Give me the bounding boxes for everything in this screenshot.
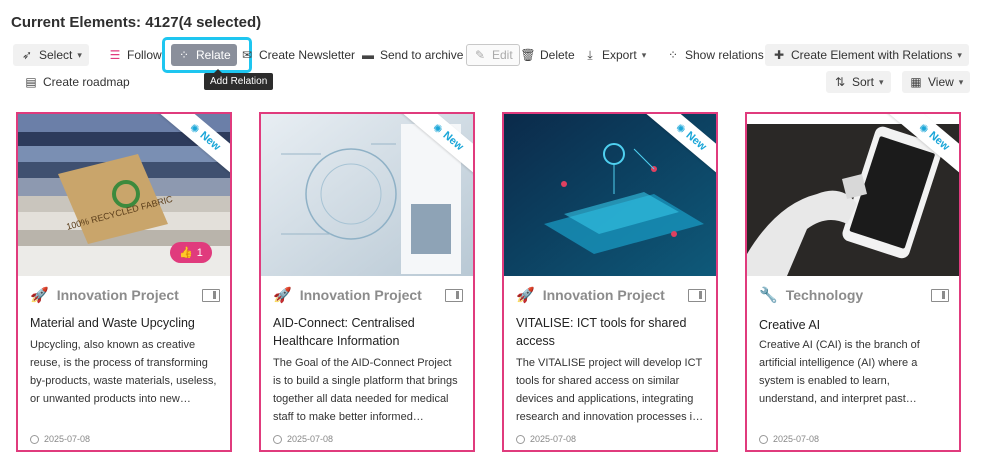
card-image-textiles: 100% RECYCLED FABRIC ✺ New 👍 1 (18, 114, 230, 276)
card-date: 2025-07-08 (759, 434, 819, 444)
roadmap-icon: ▤ (25, 75, 37, 89)
relate-tooltip: Add Relation (204, 69, 274, 90)
chevron-down-icon: ▾ (958, 76, 964, 87)
edit-button[interactable]: ✎ Edit (466, 44, 520, 66)
like-button[interactable]: 👍 1 (170, 242, 212, 263)
thumbs-up-icon: 👍 (179, 247, 193, 259)
export-label: Export (602, 48, 637, 62)
card-image-healthcare: ✺ New (261, 114, 473, 276)
like-count: 1 (196, 246, 203, 259)
relation-icon: ⁘ (178, 48, 190, 62)
monitor-icon[interactable] (688, 288, 706, 302)
card-category: 🔧 Technology (759, 286, 949, 304)
card-title[interactable]: VITALISE: ICT tools for shared access (516, 314, 704, 350)
page-title: Current Elements: 4127(4 selected) (11, 14, 262, 31)
view-label: View (928, 75, 954, 89)
date-label: 2025-07-08 (530, 434, 577, 444)
export-button[interactable]: ⤓ Export ▾ (583, 44, 646, 66)
card-date: 2025-07-08 (516, 434, 576, 444)
card-title[interactable]: Creative AI (759, 316, 947, 334)
card-description: The VITALISE project will develop ICT to… (516, 357, 704, 423)
category-label: Innovation Project (56, 287, 179, 303)
date-label: 2025-07-08 (44, 434, 91, 444)
relate-label: Relate (196, 48, 231, 62)
card-category: 🚀 Innovation Project (273, 286, 463, 304)
card-date: 2025-07-08 (30, 434, 90, 444)
edit-label: Edit (492, 48, 513, 62)
category-label: Innovation Project (542, 287, 665, 303)
download-icon: ⤓ (587, 47, 593, 62)
delete-button[interactable]: 🗑 Delete (520, 44, 575, 66)
date-label: 2025-07-08 (287, 434, 334, 444)
card-category: 🚀 Innovation Project (30, 286, 220, 304)
create-roadmap-button[interactable]: ▤ Create roadmap (24, 71, 130, 93)
card-title[interactable]: AID-Connect: Centralised Healthcare Info… (273, 314, 461, 350)
show-relations-label: Show relations (685, 48, 764, 62)
monitor-icon[interactable] (931, 288, 949, 302)
card-description: Creative AI (CAI) is the branch of artif… (759, 339, 920, 405)
card-title[interactable]: Material and Waste Upcycling (30, 314, 218, 332)
card-image-ict: ✺ New (504, 114, 716, 276)
category-label: Technology (785, 287, 864, 303)
sort-icon: ⇅ (834, 75, 846, 89)
relations-icon: ⁘ (667, 48, 679, 62)
chevron-down-icon: ▾ (641, 49, 647, 60)
monitor-icon[interactable] (202, 288, 220, 302)
card-description: The Goal of the AID-Connect Project is t… (273, 357, 458, 423)
card-image-creative-ai: ✺ New (747, 114, 959, 276)
view-button[interactable]: ▦ View ▾ (902, 71, 971, 93)
rocket-icon: 🚀 (516, 287, 535, 304)
chevron-down-icon: ▾ (77, 49, 82, 60)
create-newsletter-button[interactable]: ✉ Create Newsletter (240, 44, 355, 66)
follow-icon: ☰ (109, 48, 121, 62)
roadmap-label: Create roadmap (43, 75, 130, 89)
follow-label: Follow (127, 48, 162, 62)
clock-icon (759, 434, 768, 444)
card-description: Upcycling, also known as creative reuse,… (30, 339, 217, 405)
delete-label: Delete (540, 48, 575, 62)
element-card[interactable]: ✺ New 🔧 Technology Creative AI Creative A… (745, 112, 961, 452)
clock-icon (273, 434, 282, 444)
archive-label: Send to archive (380, 48, 464, 62)
rocket-icon: 🚀 (273, 287, 292, 304)
create-element-with-relations-button[interactable]: ✚ Create Element with Relations ▾ (765, 44, 969, 66)
wrench-icon: 🔧 (759, 287, 778, 304)
relate-button[interactable]: ⁘ Relate (171, 44, 237, 66)
cursor-icon: ➶ (21, 48, 33, 62)
category-label: Innovation Project (299, 287, 422, 303)
show-relations-button[interactable]: ⁘ Show relations (666, 44, 764, 66)
date-label: 2025-07-08 (773, 434, 820, 444)
element-card[interactable]: ✺ New 🚀 Innovation Project VITALISE: ICT … (502, 112, 718, 452)
chevron-down-icon: ▾ (879, 76, 884, 87)
select-button[interactable]: ➶ Select ▾ (13, 44, 89, 66)
clock-icon (30, 434, 39, 444)
plus-icon: ✚ (773, 48, 785, 62)
monitor-icon[interactable] (445, 288, 463, 302)
follow-button[interactable]: ☰ Follow (108, 44, 162, 66)
send-to-archive-button[interactable]: ▬ Send to archive (361, 44, 463, 66)
newsletter-label: Create Newsletter (259, 48, 356, 62)
newsletter-icon: ✉ (241, 48, 253, 62)
select-label: Select (39, 48, 73, 62)
card-date: 2025-07-08 (273, 434, 333, 444)
sort-button[interactable]: ⇅ Sort ▾ (826, 71, 891, 93)
create-with-relations-label: Create Element with Relations (791, 48, 953, 62)
card-category: 🚀 Innovation Project (516, 286, 706, 304)
rocket-icon: 🚀 (30, 287, 49, 304)
edit-icon: ✎ (474, 48, 486, 62)
archive-icon: ▬ (362, 48, 374, 62)
clock-icon (516, 434, 525, 444)
grid-icon: ▦ (910, 75, 922, 89)
sort-label: Sort (852, 75, 875, 89)
chevron-down-icon: ▾ (957, 49, 962, 60)
trash-icon: 🗑 (520, 48, 536, 62)
element-card[interactable]: 100% RECYCLED FABRIC ✺ New 👍 1 🚀 Innovatio… (16, 112, 232, 452)
element-card[interactable]: ✺ New 🚀 Innovation Project AID-Connect: C… (259, 112, 475, 452)
